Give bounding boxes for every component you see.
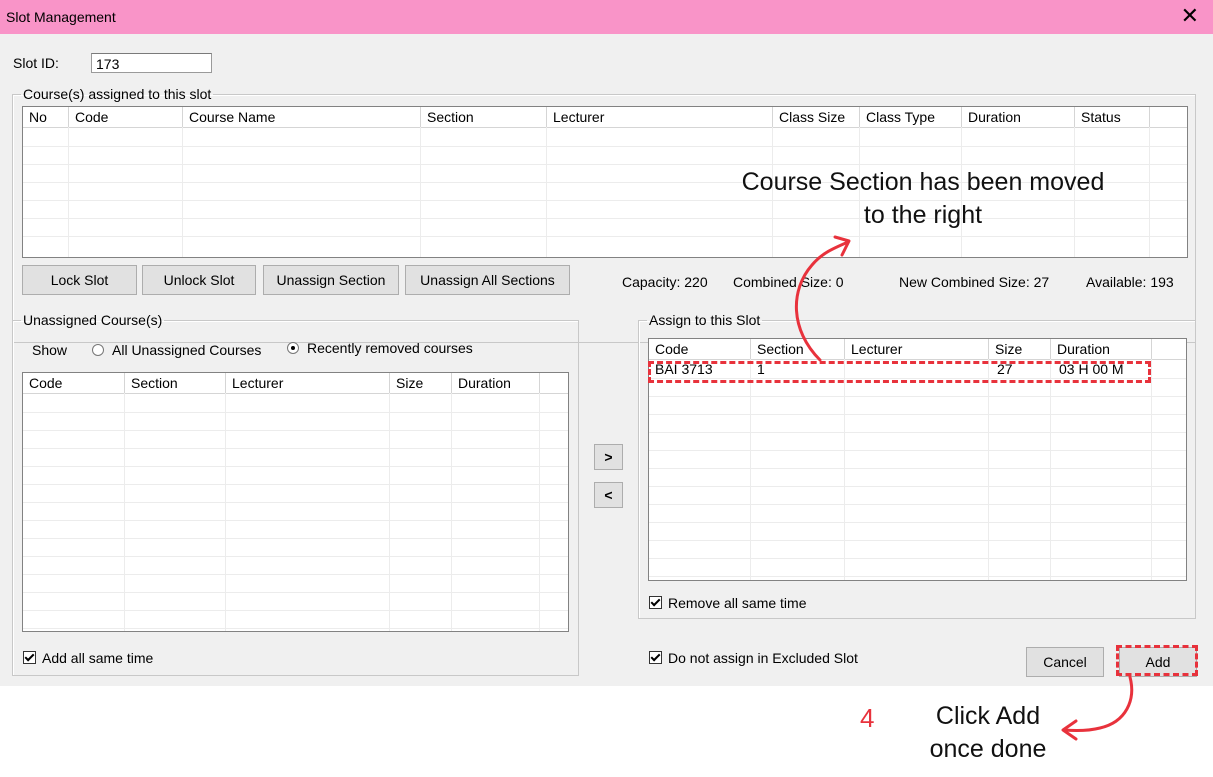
col-duration[interactable]: Duration: [962, 107, 1075, 127]
checkbox-checked-icon: [23, 651, 36, 664]
slot-id-label: Slot ID:: [13, 55, 59, 71]
assign-col-size[interactable]: Size: [989, 339, 1051, 359]
assign-col-lecturer[interactable]: Lecturer: [845, 339, 989, 359]
col-class-type[interactable]: Class Type: [860, 107, 962, 127]
combined-size-text: Combined Size: 0: [733, 274, 844, 290]
assigned-courses-legend: Course(s) assigned to this slot: [23, 86, 212, 102]
col-course-name[interactable]: Course Name: [183, 107, 421, 127]
col-no[interactable]: No: [23, 107, 69, 127]
radio-all-unassigned[interactable]: All Unassigned Courses: [92, 342, 261, 358]
capacity-text: Capacity: 220: [622, 274, 708, 290]
radio-recently-removed[interactable]: Recently removed courses: [287, 340, 473, 356]
col-lecturer[interactable]: Lecturer: [547, 107, 773, 127]
move-left-button[interactable]: <: [594, 482, 623, 508]
radio-recently-removed-icon: [287, 342, 299, 354]
col-section[interactable]: Section: [421, 107, 547, 127]
title-bar: Slot Management ✕: [0, 0, 1213, 34]
unassigned-col-code[interactable]: Code: [23, 373, 125, 393]
highlight-moved-row: [648, 361, 1151, 383]
lock-slot-button[interactable]: Lock Slot: [22, 265, 137, 295]
unassign-all-sections-button[interactable]: Unassign All Sections: [405, 265, 570, 295]
unassigned-col-size[interactable]: Size: [390, 373, 452, 393]
unassigned-courses-table[interactable]: Code Section Lecturer Size Duration: [22, 372, 569, 632]
radio-all-unassigned-icon: [92, 344, 104, 356]
slot-id-field[interactable]: 173: [91, 53, 212, 73]
unassigned-col-lecturer[interactable]: Lecturer: [226, 373, 390, 393]
assign-col-code[interactable]: Code: [649, 339, 751, 359]
annotation-moved-text: Course Section has been moved to the rig…: [741, 168, 1105, 229]
highlight-add-button: [1116, 645, 1198, 676]
window-title: Slot Management: [6, 9, 116, 25]
checkbox-checked-icon: [649, 651, 662, 664]
assign-to-slot-legend: Assign to this Slot: [649, 312, 761, 328]
unassigned-courses-header: Code Section Lecturer Size Duration: [23, 373, 568, 394]
available-text: Available: 193: [1086, 274, 1174, 290]
show-label: Show: [32, 342, 68, 358]
unassigned-courses-legend: Unassigned Course(s): [23, 312, 163, 328]
unassigned-col-section[interactable]: Section: [125, 373, 226, 393]
assign-col-section[interactable]: Section: [751, 339, 845, 359]
col-class-size[interactable]: Class Size: [773, 107, 860, 127]
exclude-slot-checkbox[interactable]: Do not assign in Excluded Slot: [649, 650, 858, 666]
dialog-body: Slot ID: 173 Course(s) assigned to this …: [0, 34, 1213, 686]
annotation-click-add-text: Click Add once done: [929, 702, 1047, 763]
step-number: 4: [860, 703, 875, 733]
add-all-same-time-checkbox[interactable]: Add all same time: [23, 650, 153, 666]
new-combined-size-text: New Combined Size: 27: [899, 274, 1050, 290]
col-status[interactable]: Status: [1075, 107, 1150, 127]
col-code[interactable]: Code: [69, 107, 183, 127]
checkbox-checked-icon: [649, 596, 662, 609]
unassign-section-button[interactable]: Unassign Section: [263, 265, 399, 295]
close-icon[interactable]: ✕: [1181, 4, 1199, 28]
move-right-button[interactable]: >: [594, 444, 623, 470]
assign-col-duration[interactable]: Duration: [1051, 339, 1152, 359]
assigned-courses-header: No Code Course Name Section Lecturer Cla…: [23, 107, 1187, 128]
unassigned-col-duration[interactable]: Duration: [452, 373, 540, 393]
assign-to-slot-header: Code Section Lecturer Size Duration: [649, 339, 1186, 360]
remove-all-same-time-checkbox[interactable]: Remove all same time: [649, 595, 807, 611]
unlock-slot-button[interactable]: Unlock Slot: [142, 265, 256, 295]
cancel-button[interactable]: Cancel: [1026, 647, 1104, 677]
